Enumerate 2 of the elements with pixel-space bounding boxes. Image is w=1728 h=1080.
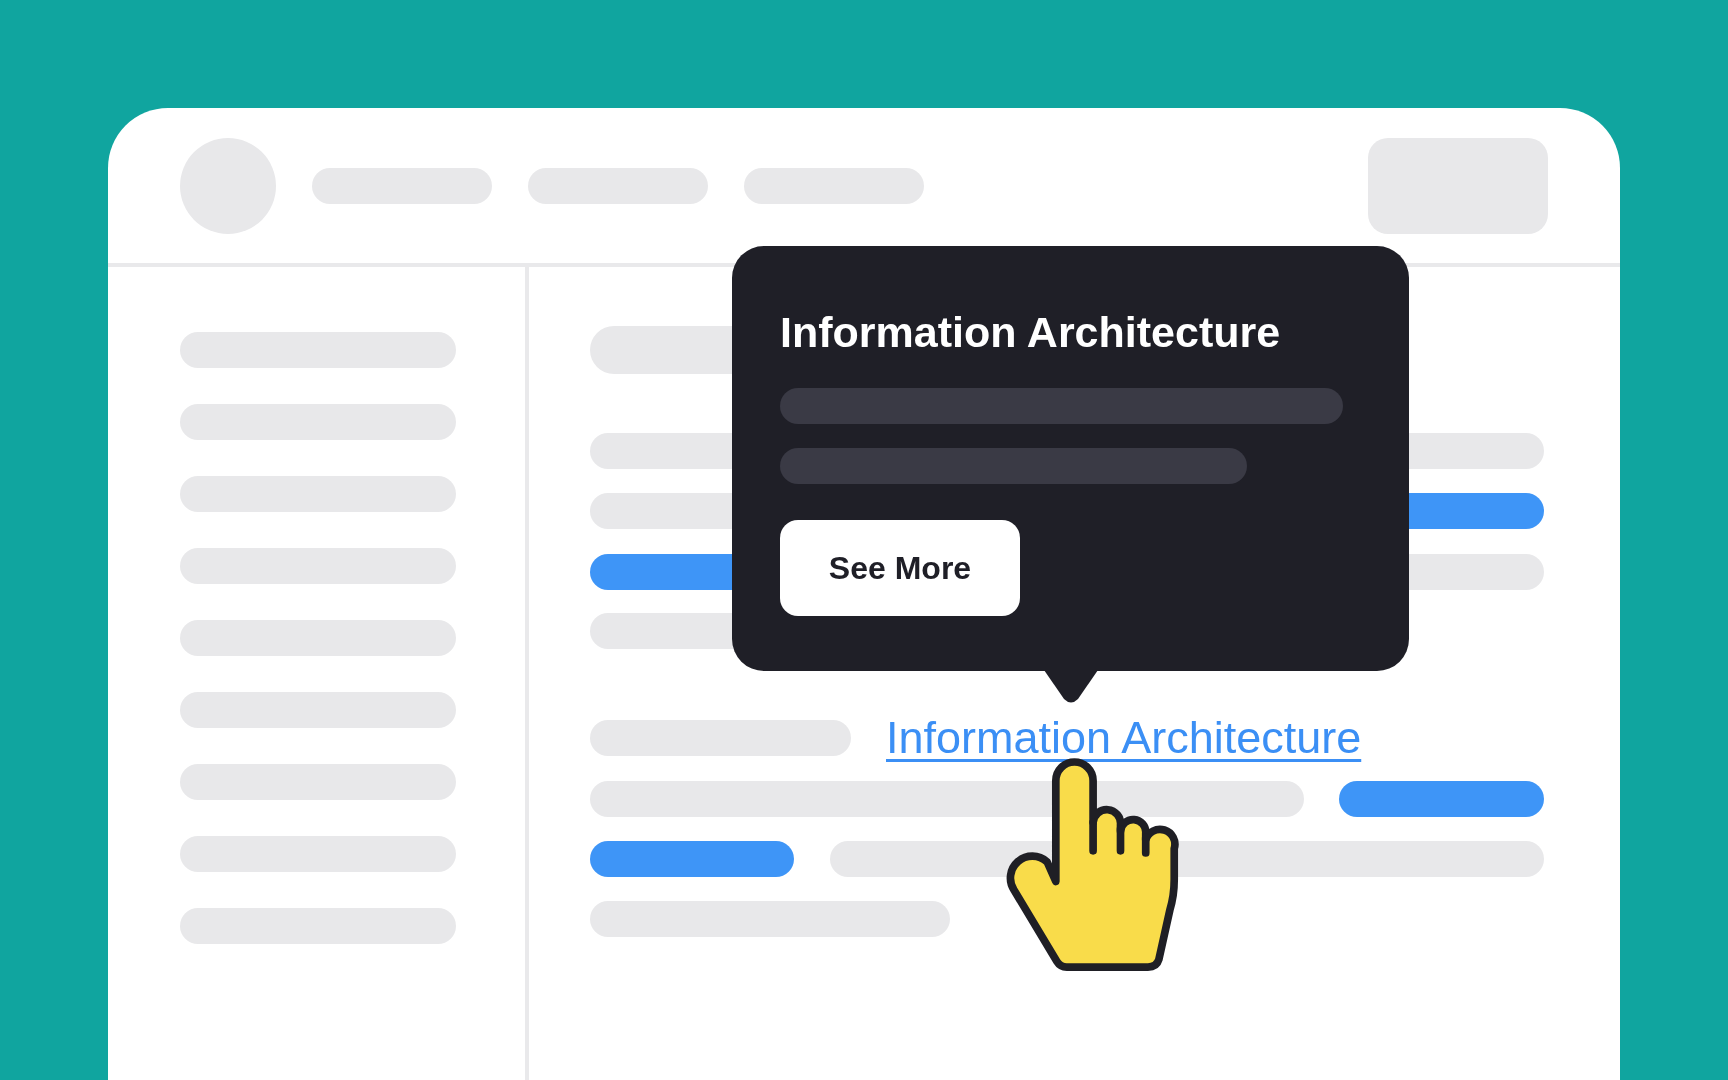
tooltip-title: Information Architecture [780,307,1282,358]
see-more-button[interactable]: See More [780,520,1020,616]
